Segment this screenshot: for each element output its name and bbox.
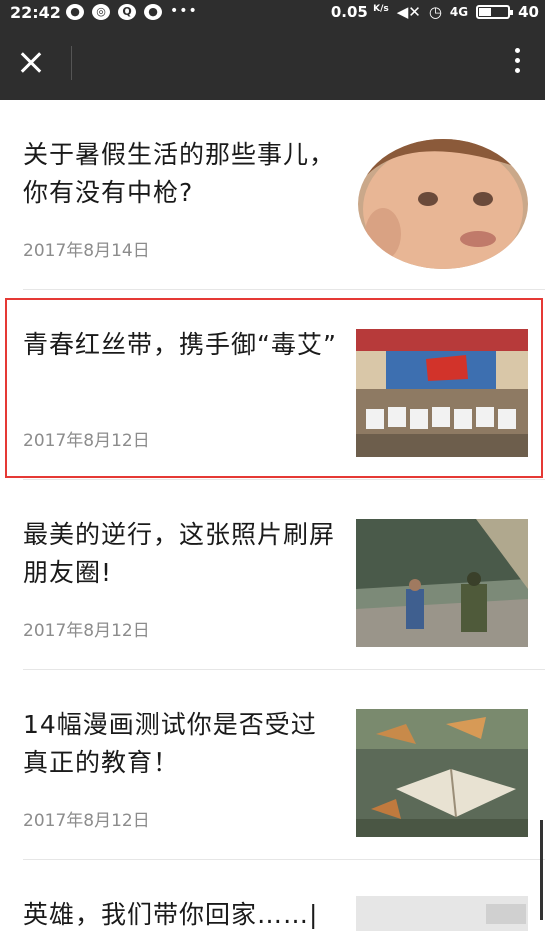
list-item[interactable]: 英雄，我们带你回家……|	[0, 860, 545, 931]
article-date: 2017年8月12日	[23, 811, 150, 831]
article-date: 2017年8月14日	[23, 241, 150, 261]
weibo-icon: ◎	[92, 4, 110, 20]
network-type: 4G	[449, 5, 469, 19]
more-notifications-icon: •••	[170, 3, 198, 19]
article-title: 英雄，我们带你回家……|	[23, 900, 319, 929]
status-bar: 22:42 ● ◎ Q ● ••• 0.05 K/s ◀✕ ◷ 4G 40	[0, 0, 545, 25]
partial-photo	[356, 896, 528, 931]
highlight-frame	[5, 298, 543, 478]
alarm-icon: ◷	[428, 3, 442, 21]
list-item[interactable]: 最美的逆行，这张照片刷屏朋友圈! 2017年8月12日	[0, 480, 545, 670]
status-time: 22:42	[10, 3, 61, 22]
status-right: 0.05 K/s ◀✕ ◷ 4G 40	[331, 3, 539, 21]
notification-icons: ● ◎ Q ● •••	[66, 4, 198, 20]
message-icon: ●	[144, 4, 162, 20]
open-book-photo	[356, 709, 528, 837]
battery-level: 40	[518, 3, 539, 21]
article-title: 14幅漫画测试你是否受过真正的教育！	[23, 710, 317, 777]
top-nav-bar	[0, 25, 545, 100]
qq-icon: Q	[118, 4, 136, 20]
close-icon[interactable]	[16, 45, 52, 81]
article-title: 关于暑假生活的那些事儿，你有没有中枪?	[23, 140, 336, 207]
article-title: 最美的逆行，这张照片刷屏朋友圈!	[23, 520, 336, 587]
list-item[interactable]: 14幅漫画测试你是否受过真正的教育！ 2017年8月12日	[0, 670, 545, 860]
article-date: 2017年8月12日	[23, 621, 150, 641]
rescue-photo	[356, 519, 528, 647]
crying-baby-photo	[358, 139, 528, 269]
scrollbar[interactable]	[540, 820, 543, 920]
network-speed: 0.05 K/s	[330, 3, 389, 21]
chat-icon: ●	[66, 4, 84, 20]
mute-icon: ◀✕	[396, 3, 421, 21]
nav-divider	[71, 46, 72, 80]
battery-icon	[476, 5, 514, 19]
list-item[interactable]: 关于暑假生活的那些事儿，你有没有中枪? 2017年8月14日	[0, 100, 545, 290]
more-vertical-icon[interactable]	[509, 45, 525, 81]
